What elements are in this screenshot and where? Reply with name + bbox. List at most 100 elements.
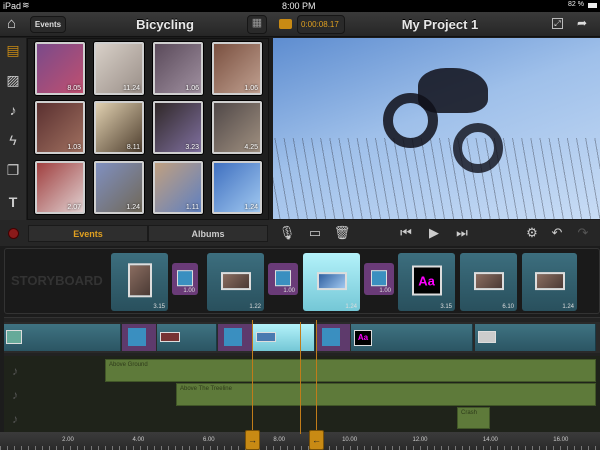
clip-thumbnail <box>473 272 504 291</box>
storyboard-transition[interactable]: 1.00 <box>268 263 298 295</box>
control-bar: Events Albums 🎙 ▭ 🗑 ⏮ ▶ ⏭ ⚙ ↶ ↷ <box>0 220 600 246</box>
storyboard-clip[interactable]: 1.22 <box>207 253 264 311</box>
timeline-clip-selected[interactable] <box>253 324 315 351</box>
library-clip-thumbnail[interactable]: 8.11 <box>94 101 144 154</box>
ruler-tick-label: 2.00 <box>62 437 74 443</box>
play-icon[interactable]: ▶ <box>424 220 444 246</box>
clip-thumbnail: Aa <box>411 265 442 296</box>
timeline-transition[interactable] <box>218 324 252 351</box>
clip-duration: 3.15 <box>440 304 452 310</box>
ruler-tick-label: 14.00 <box>482 437 498 443</box>
transitions-icon[interactable]: ❐ <box>5 162 21 178</box>
clip-duration: 1.00 <box>183 288 195 294</box>
time-ruler[interactable]: 2.00 4.00 6.00 8.00 10.00 12.00 14.00 16.00 <box>0 432 600 450</box>
transition-icon <box>177 270 193 287</box>
tab-events[interactable]: Events <box>28 225 148 242</box>
trim-out-handle[interactable]: ← <box>309 430 324 450</box>
ruler-tick-label: 4.00 <box>132 437 145 443</box>
clip-duration: 3.23 <box>185 144 199 151</box>
clip-duration: 1.06 <box>185 85 199 92</box>
clip-duration: 1.11 <box>185 204 199 211</box>
fullscreen-icon[interactable]: ⤢ <box>552 18 563 29</box>
storyboard-title[interactable]: Aa 3.15 <box>398 253 455 311</box>
timeline-title[interactable]: Aa <box>351 324 473 351</box>
clip-duration: 2.07 <box>67 204 81 211</box>
library-clip-thumbnail[interactable]: 1.06 <box>153 42 203 95</box>
storyboard-transition[interactable]: 1.00 <box>364 263 394 295</box>
microphone-icon[interactable]: 🎙 <box>277 220 297 246</box>
film-icon[interactable] <box>279 19 292 29</box>
split-clip-icon[interactable]: ▭ <box>305 220 325 246</box>
effects-icon[interactable]: ϟ <box>5 132 21 148</box>
audio-clip[interactable]: Above The Treeline <box>176 383 596 406</box>
undo-icon[interactable]: ↶ <box>547 220 567 246</box>
storyboard-clip[interactable]: 1.24 <box>522 253 577 311</box>
timeline: Aa ♪ ♪ ♪ Above Ground Above The Treeline… <box>4 317 600 433</box>
trim-in-handle[interactable]: → <box>245 430 260 450</box>
video-preview[interactable] <box>273 38 600 219</box>
tab-albums[interactable]: Albums <box>148 225 268 242</box>
storyboard-clip[interactable]: 6.10 <box>460 253 517 311</box>
timeline-clip[interactable] <box>157 324 217 351</box>
timeline-transition[interactable] <box>122 324 156 351</box>
skip-forward-icon[interactable]: ⏭ <box>452 220 472 246</box>
clip-duration: 1.00 <box>379 288 391 294</box>
transition-icon <box>275 270 291 287</box>
clip-duration: 1.24 <box>562 304 574 310</box>
clip-duration: 3.15 <box>153 304 165 310</box>
clip-duration: 1.22 <box>249 304 261 310</box>
redo-icon[interactable]: ↷ <box>573 220 593 246</box>
audio-clip[interactable]: Crash <box>457 407 490 429</box>
library-clip-thumbnail[interactable]: 4.25 <box>212 101 262 154</box>
clip-duration: 1.24 <box>126 204 140 211</box>
ruler-tick-label: 8.00 <box>273 437 286 443</box>
timeline-transition[interactable] <box>316 324 350 351</box>
record-button[interactable] <box>8 228 19 239</box>
share-icon[interactable]: ➦ <box>577 16 587 30</box>
cyclist-silhouette <box>353 58 503 178</box>
status-bar: iPad ≋ 8:00 PM 82 % <box>0 0 600 12</box>
library-sidebar: ▤ ▨ ♪ ϟ ❐ T <box>0 38 26 220</box>
wifi-icon: ≋ <box>22 0 30 10</box>
home-icon[interactable]: ⌂ <box>7 15 16 32</box>
clip-duration: 1.24 <box>345 304 357 310</box>
library-clip-thumbnail[interactable]: 1.24 <box>212 161 262 214</box>
timecode: 0:00:08.17 <box>297 15 345 34</box>
playhead[interactable] <box>300 322 301 434</box>
skip-back-icon[interactable]: ⏮ <box>396 220 416 246</box>
clip-duration: 8.11 <box>126 144 140 151</box>
clip-duration: 4.25 <box>244 144 258 151</box>
music-icon[interactable]: ♪ <box>5 102 21 118</box>
video-icon[interactable]: ▤ <box>5 42 21 58</box>
library-clip-thumbnail[interactable]: 3.23 <box>153 101 203 154</box>
device-label: iPad <box>3 1 22 11</box>
photo-icon[interactable]: ▨ <box>5 72 21 88</box>
timeline-clip[interactable] <box>475 324 596 351</box>
storyboard-clip[interactable]: 1.24 <box>303 253 360 311</box>
audio-clip[interactable]: Above Ground <box>105 359 596 382</box>
settings-gears-icon[interactable]: ⚙ <box>522 220 542 246</box>
transition-icon <box>371 270 387 287</box>
library-clip-thumbnail[interactable]: 1.06 <box>212 42 262 95</box>
titles-icon[interactable]: T <box>5 194 21 210</box>
storyboard-transition[interactable]: 1.00 <box>172 263 198 295</box>
trim-in-line <box>252 320 253 432</box>
clip-thumbnail <box>534 272 565 291</box>
clip-duration: 1.24 <box>244 204 258 211</box>
clip-duration: 1.03 <box>67 144 81 151</box>
clip-duration: 1.06 <box>244 85 258 92</box>
storyboard-clip[interactable]: 3.15 <box>111 253 168 311</box>
library-clip-thumbnail[interactable]: 2.07 <box>35 161 85 214</box>
music-note-icon: ♪ <box>12 364 18 378</box>
library-clip-thumbnail[interactable]: 8.05 <box>35 42 85 95</box>
grid-view-icon[interactable]: ▦ <box>247 15 267 34</box>
trash-icon[interactable]: 🗑 <box>332 220 352 246</box>
library-clip-thumbnail[interactable]: 1.24 <box>94 161 144 214</box>
library-clip-thumbnail[interactable]: 1.03 <box>35 101 85 154</box>
header: ⌂ Events Bicycling ▦ 0:00:08.17 My Proje… <box>0 12 600 37</box>
library-clip-thumbnail[interactable]: 1.11 <box>153 161 203 214</box>
events-back-button[interactable]: Events <box>30 16 66 33</box>
timeline-clip[interactable] <box>4 324 121 351</box>
library-clip-thumbnail[interactable]: 11.24 <box>94 42 144 95</box>
ruler-tick-label: 12.00 <box>412 437 428 443</box>
